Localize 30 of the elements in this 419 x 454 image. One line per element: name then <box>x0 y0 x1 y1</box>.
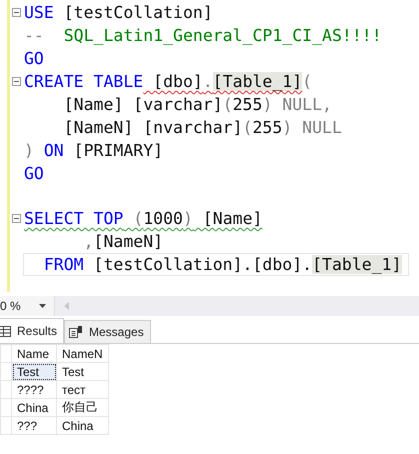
table-cell[interactable]: Test <box>56 362 108 380</box>
column-header[interactable]: Name <box>12 344 56 362</box>
grid-icon <box>0 326 11 336</box>
code-line: CREATE TABLE [dbo].[Table_1]( <box>23 71 314 93</box>
code-line: GO <box>23 48 45 70</box>
table-cell[interactable]: Test <box>12 362 56 380</box>
code-line: ) ON [PRIMARY] <box>23 140 164 162</box>
code-line: USE [testCollation] <box>23 2 214 24</box>
code-line: GO <box>23 163 45 185</box>
zoom-dropdown[interactable]: 0 % <box>0 296 55 316</box>
collapse-icon[interactable] <box>12 214 21 223</box>
code-line: [NameN] [nvarchar](255) NULL <box>62 117 343 139</box>
code-line: [Name] [varchar](255) NULL, <box>62 94 333 116</box>
table-cell[interactable]: ???? <box>12 380 56 398</box>
collapse-icon[interactable] <box>12 8 21 17</box>
code-line: SELECT TOP (1000) [Name] <box>23 208 264 230</box>
table-cell[interactable]: 你自己 <box>56 398 108 416</box>
table-cell[interactable]: China <box>56 416 108 434</box>
code-line: ,[NameN] <box>82 231 164 253</box>
table-cell[interactable]: ??? <box>12 416 56 434</box>
dropdown-arrow-icon[interactable] <box>38 304 46 308</box>
collapse-icon[interactable] <box>12 77 21 86</box>
results-tab[interactable]: Results <box>0 318 64 343</box>
table-cell[interactable]: тест <box>56 380 108 398</box>
code-line: -- SQL_Latin1_General_CP1_CI_AS!!!! <box>23 25 383 47</box>
current-line-code: FROM [testCollation].[dbo].[Table_1] <box>23 253 408 276</box>
table-cell[interactable]: China <box>12 398 56 416</box>
column-header[interactable]: NameN <box>56 344 108 362</box>
results-tab[interactable]: Messages <box>64 320 151 343</box>
document-icon <box>69 326 84 338</box>
